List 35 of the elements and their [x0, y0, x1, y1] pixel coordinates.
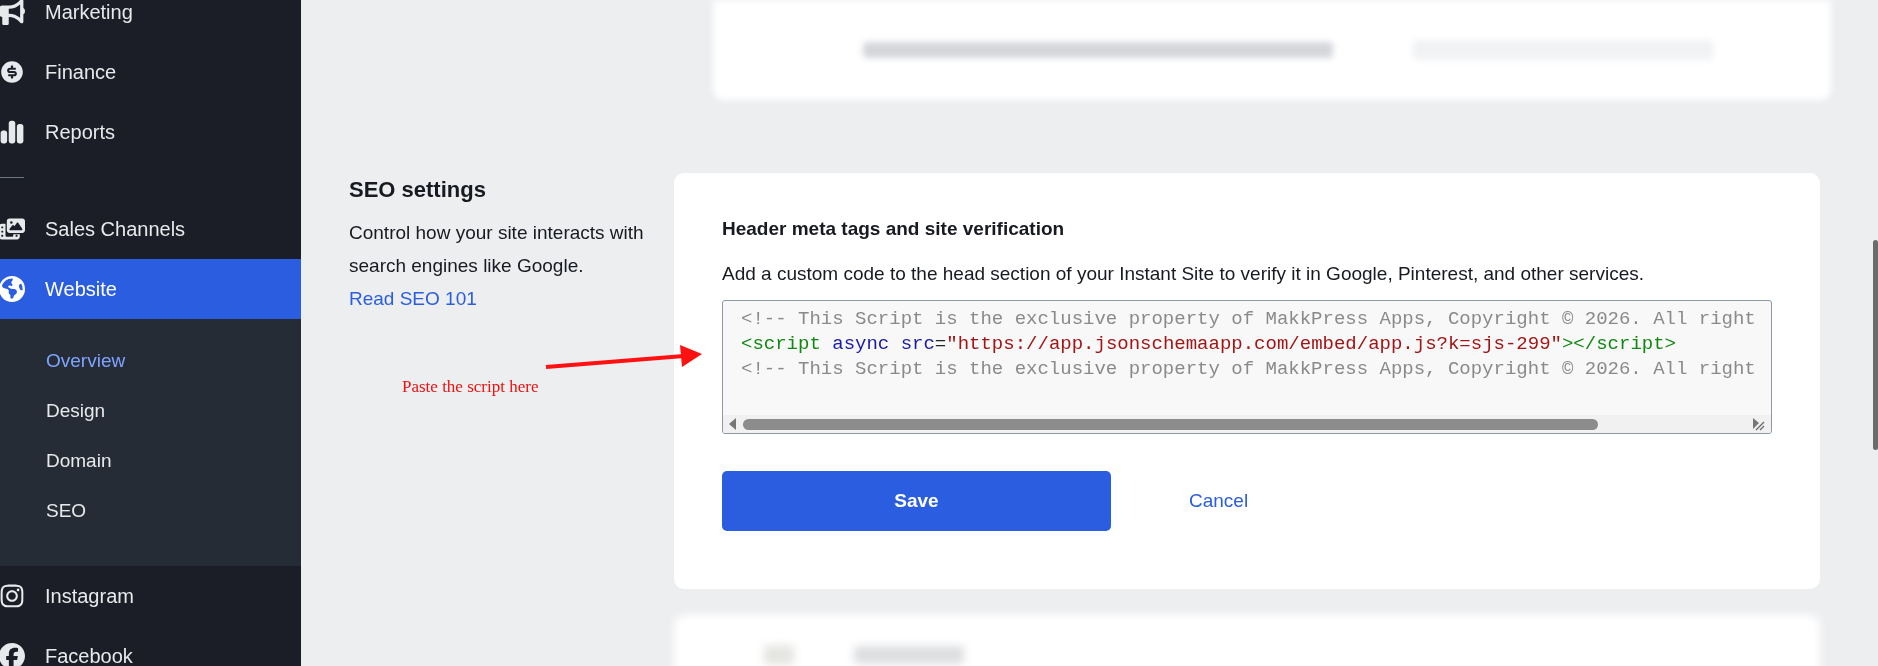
save-button[interactable]: Save	[722, 471, 1111, 531]
blurred-icon	[764, 645, 794, 665]
card-description: Add a custom code to the head section of your Instant Site to verify it in Google, Pinterest, and other services.	[722, 261, 1645, 286]
submenu-item[interactable]: Domain	[0, 436, 301, 486]
sidebar-item[interactable]: Website	[0, 259, 301, 319]
scroll-left-icon[interactable]	[729, 418, 737, 430]
section-description: Control how your site interacts with search engines like Google.	[349, 221, 645, 278]
cancel-button[interactable]: Cancel	[1189, 486, 1249, 516]
bar-chart-icon	[0, 119, 25, 145]
sidebar-item[interactable]: Marketing	[0, 0, 301, 42]
submenu-item[interactable]: Design	[0, 386, 301, 436]
sidebar-item[interactable]: Sales Channels	[0, 199, 301, 259]
submenu-item[interactable]: Overview	[0, 336, 301, 386]
dollar-coin-icon	[0, 59, 25, 85]
sidebar-item[interactable]: Reports	[0, 102, 301, 162]
read-seo-link[interactable]: Read SEO 101	[349, 282, 477, 315]
megaphone-icon	[0, 0, 25, 25]
annotation-text: Paste the script here	[402, 376, 539, 398]
code-line: <!-- This Script is the exclusive property of MakkPress Apps, Copyright © 2026. All right	[741, 357, 1757, 382]
sidebar-item[interactable]: Instagram	[0, 566, 301, 626]
section-title: SEO settings	[349, 176, 487, 204]
scrollbar-thumb[interactable]	[743, 418, 1598, 430]
sidebar-item[interactable]: Finance	[0, 42, 301, 102]
camera-icon	[0, 583, 25, 609]
code-line: <script async src="https://app.jsonschemaapp.com/embed/app.js?k=sjs-299"></script>	[741, 332, 1677, 357]
sidebar-item[interactable]: Facebook	[0, 626, 301, 666]
globe-icon	[0, 276, 25, 302]
code-field[interactable]	[722, 300, 1772, 434]
code-line: <!-- This Script is the exclusive property of MakkPress Apps, Copyright © 2026. All right	[741, 307, 1757, 332]
scrollbar[interactable]	[1873, 240, 1878, 450]
submenu-item[interactable]: SEO	[0, 486, 301, 536]
card-heading: Header meta tags and site verification	[722, 217, 1066, 241]
stacked-cards-icon	[0, 216, 25, 242]
resize-handle-icon[interactable]	[1751, 417, 1765, 431]
facebook-icon	[0, 643, 25, 666]
